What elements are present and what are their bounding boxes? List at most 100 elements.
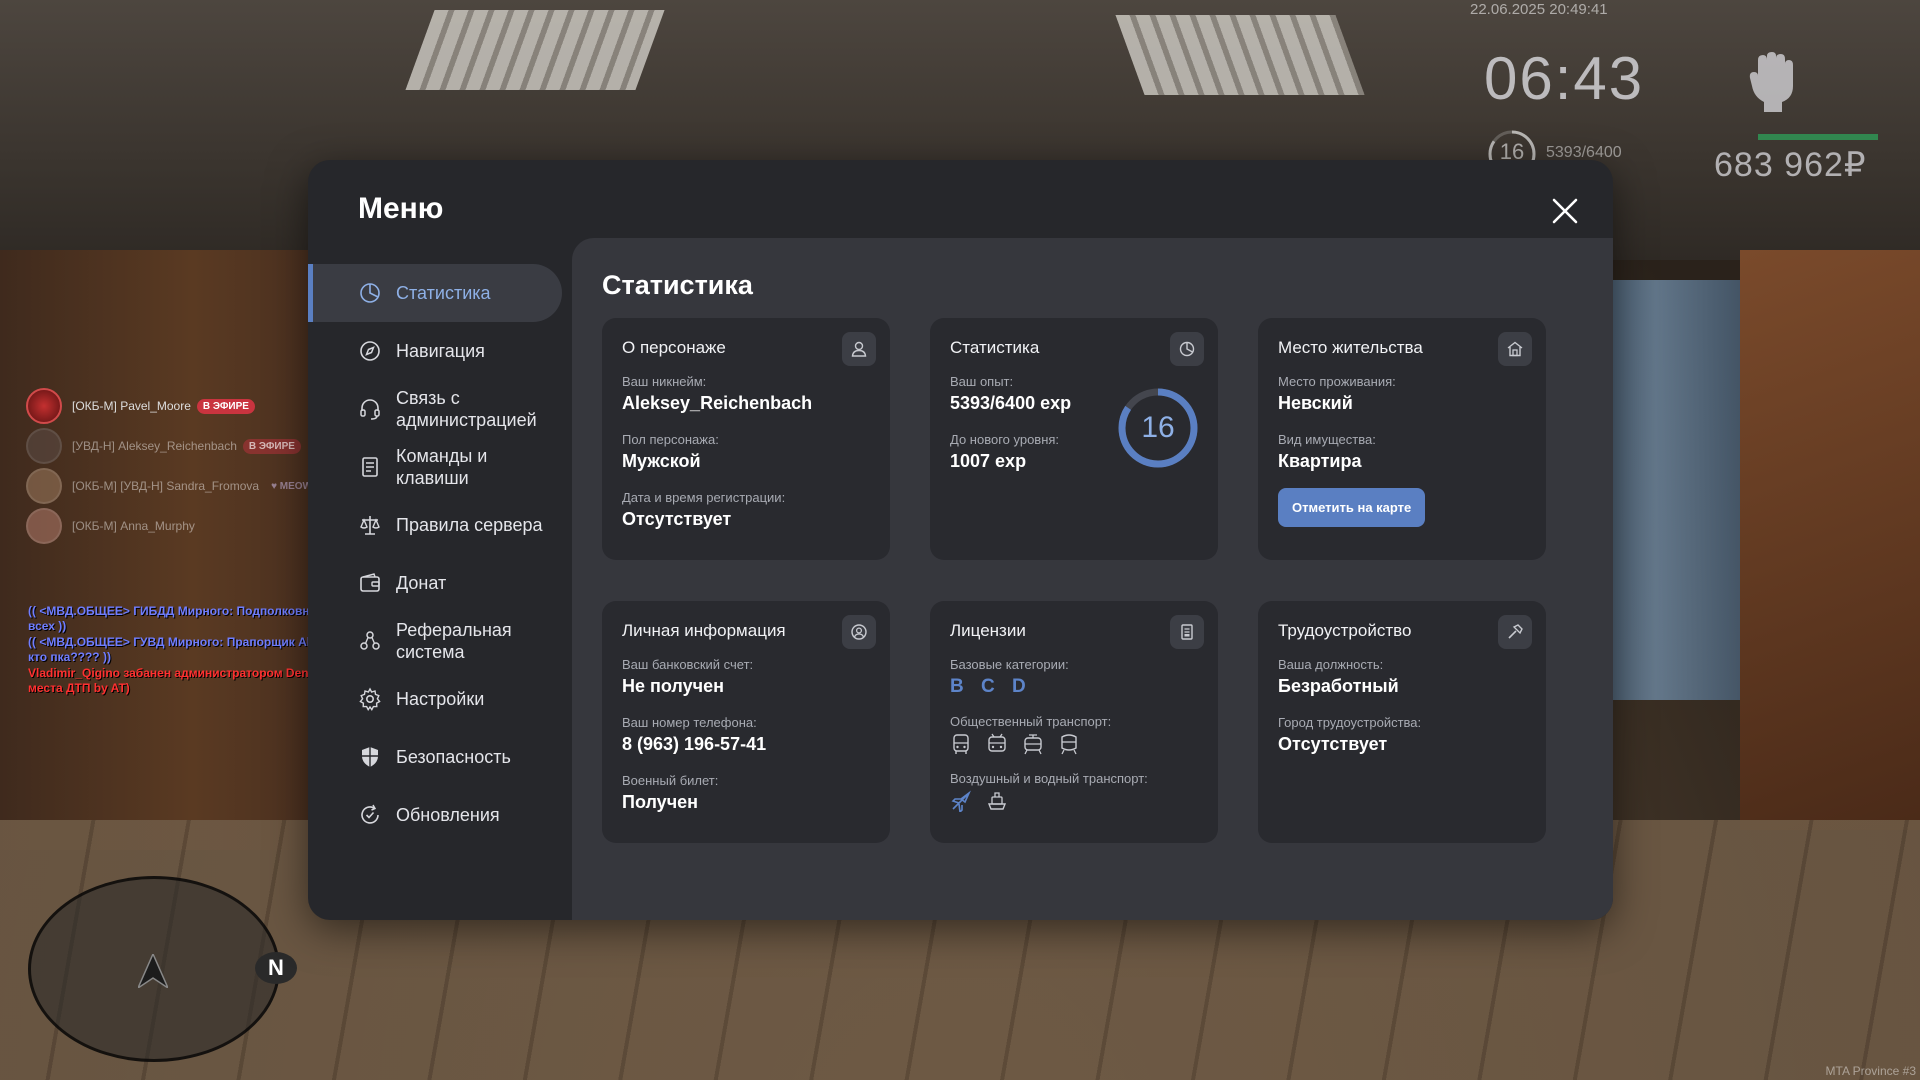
job-city-value: Отсутствует xyxy=(1278,734,1388,754)
card-character: О персонаже Ваш никнейм: Aleksey_Reichen… xyxy=(602,318,890,560)
menu-title: Меню xyxy=(358,192,444,225)
phone-value: 8 (963) 196-57-41 xyxy=(622,734,767,754)
sidebar-item-commands[interactable]: Команды и клавиши xyxy=(308,438,572,496)
registration-value: Отсутствует xyxy=(622,509,732,529)
sidebar-item-label: Безопасность xyxy=(396,747,511,767)
airplane-icon xyxy=(951,790,971,812)
tram-icon xyxy=(1024,734,1042,755)
sidebar-item-referral[interactable]: Реферальная система xyxy=(308,612,572,670)
menu-window: Меню Статистика Навигация Связь с админи… xyxy=(308,160,1613,920)
scales-icon xyxy=(360,516,380,535)
sidebar-item-label: Команды и клавиши xyxy=(396,446,488,488)
field-label: Город трудоустройства: xyxy=(1278,715,1422,730)
sidebar-item-label: Навигация xyxy=(396,341,485,361)
gear-icon xyxy=(359,687,381,711)
field-label: Военный билет: xyxy=(622,773,719,788)
sidebar: Статистика Навигация Связь с администрац… xyxy=(308,264,572,844)
card-personal: Личная информация Ваш банковский счет: Н… xyxy=(602,601,890,843)
wallet-icon xyxy=(360,573,380,592)
residence-value: Невский xyxy=(1278,393,1353,413)
card-title: Статистика xyxy=(950,338,1040,357)
field-label: Ваш номер телефона: xyxy=(622,715,757,730)
license-categories: B C D xyxy=(950,676,1032,697)
card-icon-button xyxy=(842,615,876,649)
hud-datetime: 22.06.2025 20:49:41 xyxy=(1470,1,1608,18)
player-arrow-icon xyxy=(138,954,168,988)
sidebar-item-rules[interactable]: Правила сервера xyxy=(308,496,572,554)
user-circle-icon xyxy=(851,624,867,640)
card-employment: Трудоустройство Ваша должность: Безработ… xyxy=(1258,601,1546,843)
sidebar-item-security[interactable]: Безопасность xyxy=(308,728,572,786)
house-icon xyxy=(1507,341,1523,357)
close-icon[interactable] xyxy=(1548,194,1582,228)
card-residence: Место жительства Место проживания: Невск… xyxy=(1258,318,1546,560)
hammer-icon xyxy=(1508,624,1523,639)
fist-icon xyxy=(1749,52,1793,112)
gender-value: Мужской xyxy=(622,451,701,471)
sidebar-item-donate[interactable]: Донат xyxy=(308,554,572,612)
card-icon-button xyxy=(842,332,876,366)
bank-account-value: Не получен xyxy=(622,676,724,696)
sidebar-item-label: Донат xyxy=(396,573,447,593)
field-label: Вид имущества: xyxy=(1278,432,1376,447)
trolleybus-icon xyxy=(988,733,1006,752)
field-label: Дата и время регистрации: xyxy=(622,490,786,505)
user-icon xyxy=(851,341,867,357)
level-value: 16 xyxy=(1141,411,1175,444)
avatar xyxy=(26,428,62,464)
avatar xyxy=(26,468,62,504)
sidebar-item-label: Обновления xyxy=(396,805,500,825)
card-title: О персонаже xyxy=(622,338,726,357)
field-label: Место проживания: xyxy=(1278,374,1396,389)
voice-item: [ОКБ-М] [УВД-Н] Sandra_Fromova ♥ MEOW xyxy=(26,466,318,506)
health-bar xyxy=(1758,134,1878,140)
field-label: Ваш банковский счет: xyxy=(622,657,754,672)
card-title: Трудоустройство xyxy=(1278,621,1412,640)
card-icon-button xyxy=(1498,332,1532,366)
hud-money: 683 962₽ xyxy=(1714,146,1867,184)
shield-icon xyxy=(362,747,378,767)
hud-clock: 06:43 xyxy=(1484,45,1645,112)
sidebar-item-updates[interactable]: Обновления xyxy=(308,786,572,844)
card-licenses: Лицензии Базовые категории: B C D Общест… xyxy=(930,601,1218,843)
level-progress-ring: 16 xyxy=(1116,386,1200,470)
voice-list: [ОКБ-М] Pavel_Moore В ЭФИРЕ [УВД-Н] Alek… xyxy=(26,386,318,546)
sidebar-item-label: Статистика xyxy=(396,283,491,303)
voice-name: [ОКБ-М] Anna_Murphy xyxy=(72,519,195,533)
card-statistics: Статистика Ваш опыт: 5393/6400 exp До но… xyxy=(930,318,1218,560)
pie-chart-icon xyxy=(360,283,380,303)
voice-item: [ОКБ-М] Pavel_Moore В ЭФИРЕ xyxy=(26,386,318,426)
content-panel: Статистика О персонаже Ваш никнейм: Alek… xyxy=(572,238,1613,920)
sidebar-item-label: Настройки xyxy=(396,689,485,709)
voice-name: [ОКБ-М] [УВД-Н] Sandra_Fromova xyxy=(72,479,260,493)
nickname-value: Aleksey_Reichenbach xyxy=(622,393,813,413)
field-label: Ваша должность: xyxy=(1278,657,1384,672)
sidebar-item-settings[interactable]: Настройки xyxy=(308,670,572,728)
sidebar-item-admin-contact[interactable]: Связь с администрацией xyxy=(308,380,572,438)
server-watermark: MTA Province #3 xyxy=(1825,1064,1916,1078)
mark-on-map-button[interactable]: Отметить на карте xyxy=(1278,488,1426,527)
sidebar-item-statistics[interactable]: Статистика xyxy=(308,264,562,322)
license-document-icon xyxy=(1181,624,1193,640)
on-air-badge: В ЭФИРЕ xyxy=(196,398,255,414)
card-icon-button xyxy=(1170,615,1204,649)
ceiling-light xyxy=(405,10,665,90)
avatar xyxy=(26,508,62,544)
public-transport-icons xyxy=(950,733,1198,755)
voice-item: [УВД-Н] Aleksey_Reichenbach В ЭФИРЕ xyxy=(26,426,318,466)
sidebar-item-label: Связь с администрацией xyxy=(396,388,537,430)
sidebar-item-label: Реферальная система xyxy=(396,620,512,662)
locker xyxy=(1600,280,1740,700)
field-label: Базовые категории: xyxy=(950,657,1069,672)
refresh-icon xyxy=(361,804,379,824)
field-label: Общественный транспорт: xyxy=(950,714,1112,729)
sidebar-item-navigation[interactable]: Навигация xyxy=(308,322,572,380)
card-title: Место жительства xyxy=(1278,338,1423,357)
page-title: Статистика xyxy=(602,270,753,300)
card-title: Личная информация xyxy=(622,621,786,640)
position-value: Безработный xyxy=(1278,676,1399,696)
voice-name: [ОКБ-М] Pavel_Moore xyxy=(72,399,191,413)
card-icon-button xyxy=(1498,615,1532,649)
compass-icon xyxy=(360,341,380,361)
boat-icon xyxy=(987,792,1007,810)
